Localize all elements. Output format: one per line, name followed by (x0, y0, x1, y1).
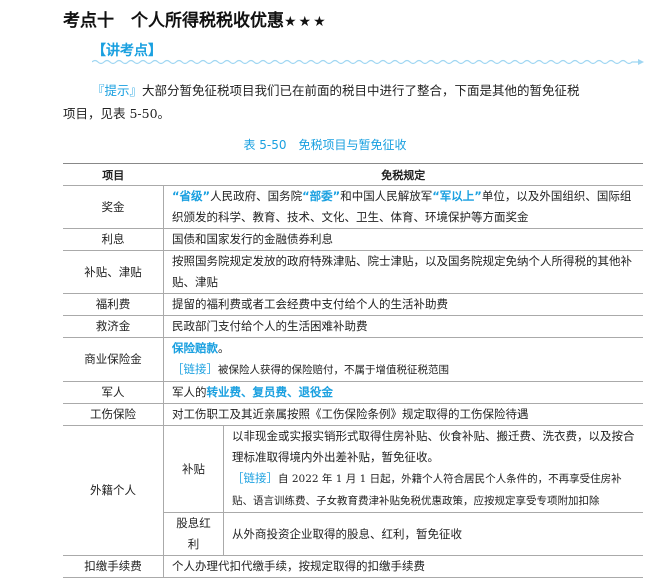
table-row: 救济金 民政部门支付给个人的生活困难补助费 (63, 315, 643, 338)
table-row: 补贴、津贴 按照国务院规定发放的政府特殊津贴、院士津贴，以及国务院规定免纳个人所得… (63, 250, 643, 294)
section-heading: 【讲考点】 (92, 43, 162, 59)
wavy-divider (92, 59, 644, 65)
tip-paragraph-cont: 项目，见表 5-50。 (63, 106, 171, 121)
tip-paragraph: 『提示』大部分暂免征税项目我们已在前面的税目中进行了整合，下面是其他的暂免征税 (92, 83, 580, 98)
table-row: 奖金 “省级”人民政府、国务院“部委”和中国人民解放军“军以上”单位，以及外国组织… (63, 185, 643, 229)
table-row: 军人 军人的转业费、复员费、退役金 (63, 381, 643, 404)
table-row: 扣缴手续费 个人办理代扣代缴手续，按规定取得的扣缴手续费 (63, 555, 643, 578)
tax-exemption-table: 项目 免税规定 奖金 “省级”人民政府、国务院“部委”和中国人民解放军“军以上”单位… (63, 163, 643, 578)
table-row: 利息 国债和国家发行的金融债券利息 (63, 228, 643, 251)
table-header: 项目 免税规定 (63, 163, 643, 186)
table-caption: 表 5-50 免税项目与暂免征收 (243, 138, 407, 152)
page-title: 考点十 个人所得税税收优惠★★★ (63, 11, 328, 31)
table-row: 商业保险金 保险赔款。 ［链接］被保险人获得的保险赔付，不属于增值税征税范围 (63, 337, 643, 382)
importance-stars: ★★★ (284, 14, 328, 30)
table-row: 福利费 提留的福利费或者工会经费中支付给个人的生活补助费 (63, 293, 643, 316)
table-row: 工伤保险 对工伤职工及其近亲属按照《工伤保险条例》规定取得的工伤保险待遇 (63, 403, 643, 426)
table-row: 外籍个人 补贴 以非现金或实报实销形式取得住房补贴、伙食补贴、搬迁费、洗衣费，以及按… (63, 425, 643, 556)
